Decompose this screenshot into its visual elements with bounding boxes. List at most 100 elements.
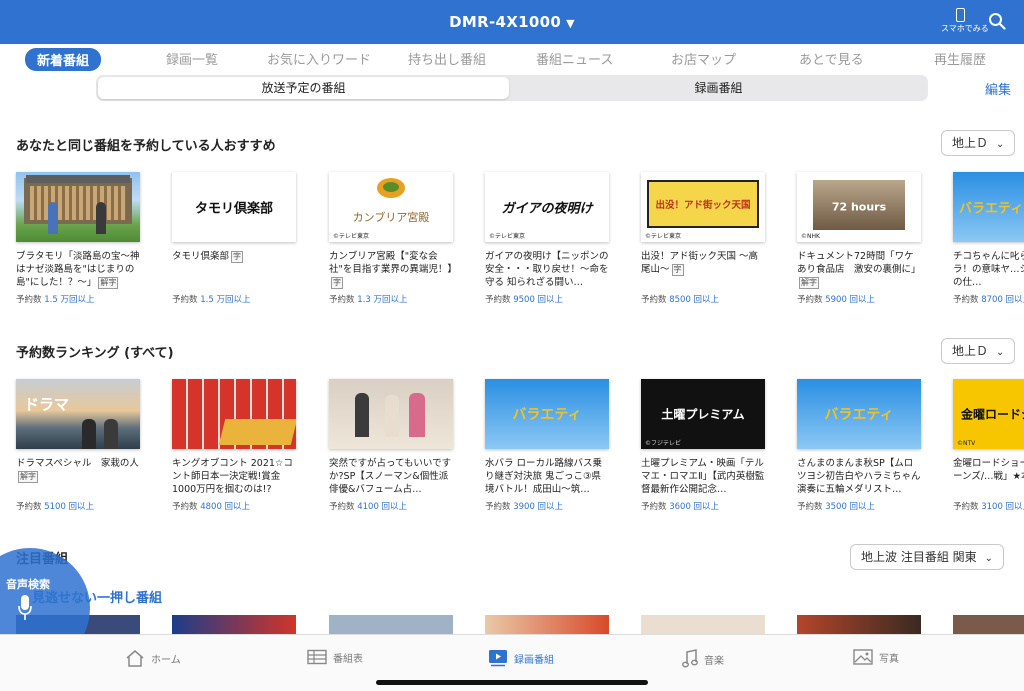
- program-card[interactable]: ドラマ ドラマスペシャル 家栽の人解字 予約数 5100 回以上: [16, 379, 140, 512]
- program-card[interactable]: ガイアの夜明け ©テレビ東京 ガイアの夜明け【ニッポンの安全・・・取り戻せ！〜命…: [485, 172, 609, 305]
- program-card[interactable]: バラエティ チコちゃんに叱られる！「コラ！の意味ヤ…シのヒゲ9服の仕… 予約数 …: [953, 172, 1024, 305]
- card-title: 土曜プレミアム・映画「テルマエ・ロマエⅡ」【武内英樹監督最新作公開記念…: [641, 457, 765, 496]
- program-card[interactable]: 出没！アド街ック天国 ©テレビ東京 出没！アド街ック天国 〜高尾山〜字 予約数 …: [641, 172, 765, 305]
- count-label: 予約数: [797, 295, 823, 305]
- thumbnail: 土曜プレミアム ©フジテレビ: [641, 379, 765, 449]
- program-card[interactable]: 72 hours ©NHK ドキュメント72時間「ワケあり食品店 激安の裏側に」…: [797, 172, 921, 305]
- card-title: カンブリア宮殿【"変な会社"を目指す業界の異端児！】字: [329, 250, 453, 289]
- count-value: 3500 回以上: [825, 502, 876, 512]
- nav-home-label: ホーム: [151, 654, 181, 666]
- tab-history[interactable]: 再生履歴: [934, 49, 986, 68]
- card-title-text: ドラマスペシャル 家栽の人: [16, 458, 139, 469]
- count-value: 5900 回以上: [825, 295, 876, 305]
- copyright: ©NHK: [801, 233, 820, 240]
- program-card[interactable]: カンブリア宮殿 ©テレビ東京 カンブリア宮殿【"変な会社"を目指す業界の異端児！…: [329, 172, 453, 305]
- count-value: 3600 回以上: [669, 502, 720, 512]
- count-value: 4100 回以上: [357, 502, 408, 512]
- program-card[interactable]: キングオブコント 2021☆コント師日本一決定戦!賞金1000万円を掴むのは!?…: [172, 379, 296, 512]
- thumbnail: ドラマ: [16, 379, 140, 449]
- home-icon: [126, 650, 144, 667]
- nav-program-guide[interactable]: 番組表: [307, 649, 363, 665]
- nav-photo-label: 写真: [879, 653, 899, 665]
- copyright: ©テレビ東京: [489, 233, 526, 240]
- filter-dropdown-ranking[interactable]: 地上Ｄ ⌄: [941, 338, 1016, 364]
- tv-guide-icon: [307, 649, 327, 665]
- reservation-count: 予約数 1.5 万回以上: [172, 293, 296, 305]
- program-card[interactable]: 突然ですが占ってもいいですか?SP【スノーマン&個性派俳優&バフューム占… 予約…: [329, 379, 453, 512]
- filter-dropdown-featured[interactable]: 地上波 注目番組 関東 ⌄: [850, 544, 1005, 570]
- filter-value: 地上Ｄ: [952, 136, 989, 150]
- card-title: 水バラ ローカル路線バス乗り継ぎ対決旅 鬼ごっこ③県境バトル！成田山〜筑…: [485, 457, 609, 496]
- thumbnail-partial[interactable]: [172, 615, 296, 635]
- voice-search-label: 音声検索: [6, 578, 50, 591]
- program-card[interactable]: 土曜プレミアム ©フジテレビ 土曜プレミアム・映画「テルマエ・ロマエⅡ」【武内英…: [641, 379, 765, 512]
- thumbnail-partial[interactable]: [485, 615, 609, 635]
- thumbnail-partial[interactable]: [641, 615, 765, 635]
- filter-value: 地上波 注目番組 関東: [861, 550, 977, 564]
- card-title: キングオブコント 2021☆コント師日本一決定戦!賞金1000万円を掴むのは!?: [172, 457, 296, 496]
- card-title-text: ガイアの夜明け【ニッポンの安全・・・取り戻せ！〜命を守る 知られざる闘い…: [485, 251, 609, 288]
- copyright: ©フジテレビ: [645, 440, 682, 447]
- caret-down-icon[interactable]: ▼: [566, 17, 575, 30]
- device-selector[interactable]: DMR-4X1000 ▼: [0, 13, 1024, 31]
- count-value: 4800 回以上: [200, 502, 251, 512]
- count-label: 予約数: [16, 502, 42, 512]
- thumbnail: 金曜ロードショー ©NTV: [953, 379, 1024, 449]
- card-title: タモリ倶楽部字: [172, 250, 296, 289]
- thumbnail-logo: バラエティ: [824, 407, 894, 423]
- thumbnail: バラエティ: [485, 379, 609, 449]
- thumbnail: バラエティ: [953, 172, 1024, 242]
- thumbnail-logo: 出没！アド街ック天国: [655, 199, 751, 211]
- program-card[interactable]: タモリ倶楽部 タモリ倶楽部字 予約数 1.5 万回以上: [172, 172, 296, 305]
- tab-shop-map[interactable]: お店マップ: [671, 49, 736, 68]
- reservation-count: 予約数 3500 回以上: [797, 500, 921, 512]
- tab-new-programs[interactable]: 新着番組: [25, 48, 102, 71]
- nav-music[interactable]: 音楽: [682, 649, 724, 669]
- play-icon: [489, 650, 507, 667]
- thumbnail-logo: 72 hours: [831, 200, 887, 214]
- reservation-count: 予約数 3100 回以上: [953, 500, 1024, 512]
- tab-watch-later[interactable]: あとで見る: [799, 49, 864, 68]
- search-icon[interactable]: [988, 12, 1006, 30]
- thumbnail-logo: バラエティ: [512, 407, 582, 423]
- device-name[interactable]: DMR-4X1000: [449, 13, 561, 31]
- program-card[interactable]: 金曜ロードショー ©NTV 金曜ロードショー「ィ・ジョーンズ/…戦」★本編ノー……: [953, 379, 1024, 512]
- tab-program-news[interactable]: 番組ニュース: [536, 49, 613, 68]
- thumbnail: 72 hours ©NHK: [797, 172, 921, 242]
- card-title-text: ドキュメント72時間「ワケあり食品店 激安の裏側に」: [797, 251, 921, 275]
- filter-dropdown-recommend[interactable]: 地上Ｄ ⌄: [941, 130, 1016, 156]
- program-card[interactable]: バラエティ さんまのまんま秋SP【ムロツヨシ初告白やハラミちゃん演奏に五輪メダリ…: [797, 379, 921, 512]
- thumbnail-partial[interactable]: [329, 615, 453, 635]
- thumbnail-logo: タモリ倶楽部: [194, 201, 273, 217]
- card-title-text: 出没！アド街ック天国 〜高尾山〜: [641, 251, 759, 275]
- thumbnail-partial[interactable]: [953, 615, 1024, 635]
- card-title-text: 金曜ロードショー「ィ・ジョーンズ/…戦」★本編ノー…: [953, 458, 1024, 482]
- caption-badge: 解字: [18, 471, 38, 483]
- count-label: 予約数: [641, 502, 667, 512]
- edit-button[interactable]: 編集: [985, 79, 1011, 98]
- nav-photo[interactable]: 写真: [853, 649, 899, 665]
- tab-favorite-words[interactable]: お気に入りワード: [267, 49, 371, 68]
- tab-recording-list[interactable]: 録画一覧: [166, 49, 218, 68]
- card-title-text: 水バラ ローカル路線バス乗り継ぎ対決旅 鬼ごっこ③県境バトル！成田山〜筑…: [485, 458, 603, 495]
- program-card[interactable]: バラエティ 水バラ ローカル路線バス乗り継ぎ対決旅 鬼ごっこ③県境バトル！成田山…: [485, 379, 609, 512]
- thumbnail: カンブリア宮殿 ©テレビ東京: [329, 172, 453, 242]
- nav-recorded[interactable]: 録画番組: [488, 649, 554, 667]
- count-label: 予約数: [329, 502, 355, 512]
- count-value: 5100 回以上: [44, 502, 95, 512]
- segment-recorded[interactable]: 録画番組: [511, 77, 926, 99]
- nav-home[interactable]: ホーム: [125, 649, 181, 667]
- thumbnail-logo: バラエティ: [959, 201, 1024, 217]
- count-label: 予約数: [172, 295, 198, 305]
- thumbnail-logo: ドラマ: [24, 395, 70, 413]
- segment-scheduled[interactable]: 放送予定の番組: [98, 77, 509, 99]
- filter-value: 地上Ｄ: [952, 344, 989, 358]
- thumbnail-partial[interactable]: [797, 615, 921, 635]
- program-card[interactable]: ブラタモリ「淡路島の宝〜神はナゼ淡路島を"はじまりの島"にした！？〜」 解字 予約…: [16, 172, 140, 305]
- card-title-text: 土曜プレミアム・映画「テルマエ・ロマエⅡ」【武内英樹監督最新作公開記念…: [641, 458, 765, 495]
- watch-on-phone-button[interactable]: スマホでみる: [941, 8, 989, 34]
- tab-take-out[interactable]: 持ち出し番組: [408, 49, 486, 68]
- card-title-text: カンブリア宮殿【"変な会社"を目指す業界の異端児！】: [329, 251, 453, 275]
- thumbnail-logo: ガイアの夜明け: [501, 201, 593, 217]
- card-title-text: 突然ですが占ってもいいですか?SP【スノーマン&個性派俳優&バフューム占…: [329, 458, 452, 495]
